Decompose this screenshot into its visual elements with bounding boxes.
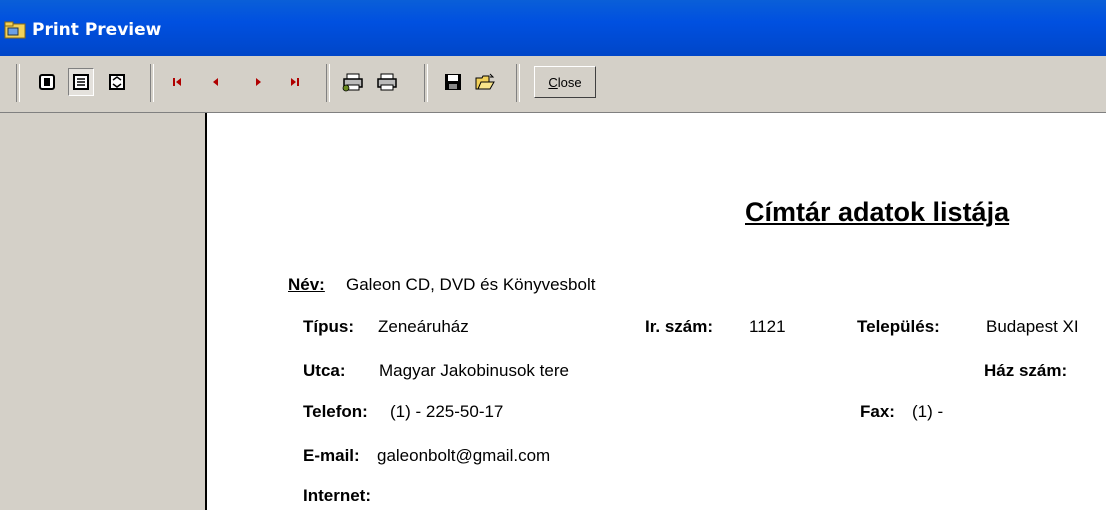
toolbar-separator: [326, 64, 330, 102]
window-title: Print Preview: [32, 20, 162, 40]
email-label: E-mail:: [303, 446, 360, 465]
phone-label: Telefon:: [303, 402, 368, 421]
close-label: lose: [557, 74, 582, 90]
close-accelerator: C: [548, 74, 558, 90]
save-button[interactable]: [440, 68, 466, 96]
street-value: Magyar Jakobinusok tere: [379, 361, 569, 380]
first-page-icon: [173, 78, 181, 86]
save-icon: [445, 74, 461, 90]
last-page-button[interactable]: [282, 68, 308, 96]
one-page-icon: [39, 74, 55, 90]
next-page-button[interactable]: [246, 68, 272, 96]
prev-page-icon: [213, 78, 218, 86]
city-value: Budapest XI: [986, 317, 1079, 336]
last-page-icon: [291, 78, 299, 86]
print-setup-icon: [342, 73, 363, 92]
folder-icon: [4, 21, 26, 39]
one-page-button[interactable]: [34, 68, 60, 96]
type-label: Típus:: [303, 317, 354, 336]
first-page-button[interactable]: [164, 68, 190, 96]
toolbar-separator: [150, 64, 154, 102]
title-bar: Print Preview: [0, 0, 1106, 56]
phone-value: (1) - 225-50-17: [390, 402, 504, 421]
toolbar-separator: [424, 64, 428, 102]
open-icon: [475, 73, 495, 90]
open-button[interactable]: [472, 68, 498, 96]
fax-label: Fax:: [860, 402, 895, 421]
zoom-fit-icon: [109, 74, 125, 90]
toolbar-separator: [516, 64, 520, 102]
preview-background: [0, 113, 205, 510]
report-title: Címtár adatok listája: [745, 197, 1010, 227]
next-page-icon: [256, 78, 261, 86]
print-icon: [377, 73, 397, 91]
email-value: galeonbolt@gmail.com: [377, 446, 551, 465]
prev-page-button[interactable]: [202, 68, 228, 96]
zip-label: Ir. szám:: [645, 317, 714, 336]
type-value: Zeneáruház: [378, 317, 469, 336]
zip-value: 1121: [749, 317, 786, 336]
name-label: Név:: [288, 275, 325, 294]
house-number-label: Ház szám:: [984, 361, 1068, 380]
name-value: Galeon CD, DVD és Könyvesbolt: [346, 275, 596, 294]
fax-value: (1) -: [912, 402, 944, 421]
internet-label: Internet:: [303, 486, 371, 505]
toolbar: Close: [0, 56, 1106, 113]
city-label: Település:: [857, 317, 940, 336]
close-button[interactable]: Close: [534, 66, 596, 98]
toolbar-separator: [16, 64, 20, 102]
multi-page-button[interactable]: [68, 68, 94, 96]
print-setup-button[interactable]: [340, 68, 366, 96]
multi-page-icon: [73, 74, 89, 90]
report-page: Címtár adatok listája Név: Galeon CD, DV…: [205, 113, 1106, 510]
zoom-fit-button[interactable]: [104, 68, 130, 96]
print-button[interactable]: [374, 68, 400, 96]
street-label: Utca:: [303, 361, 346, 380]
